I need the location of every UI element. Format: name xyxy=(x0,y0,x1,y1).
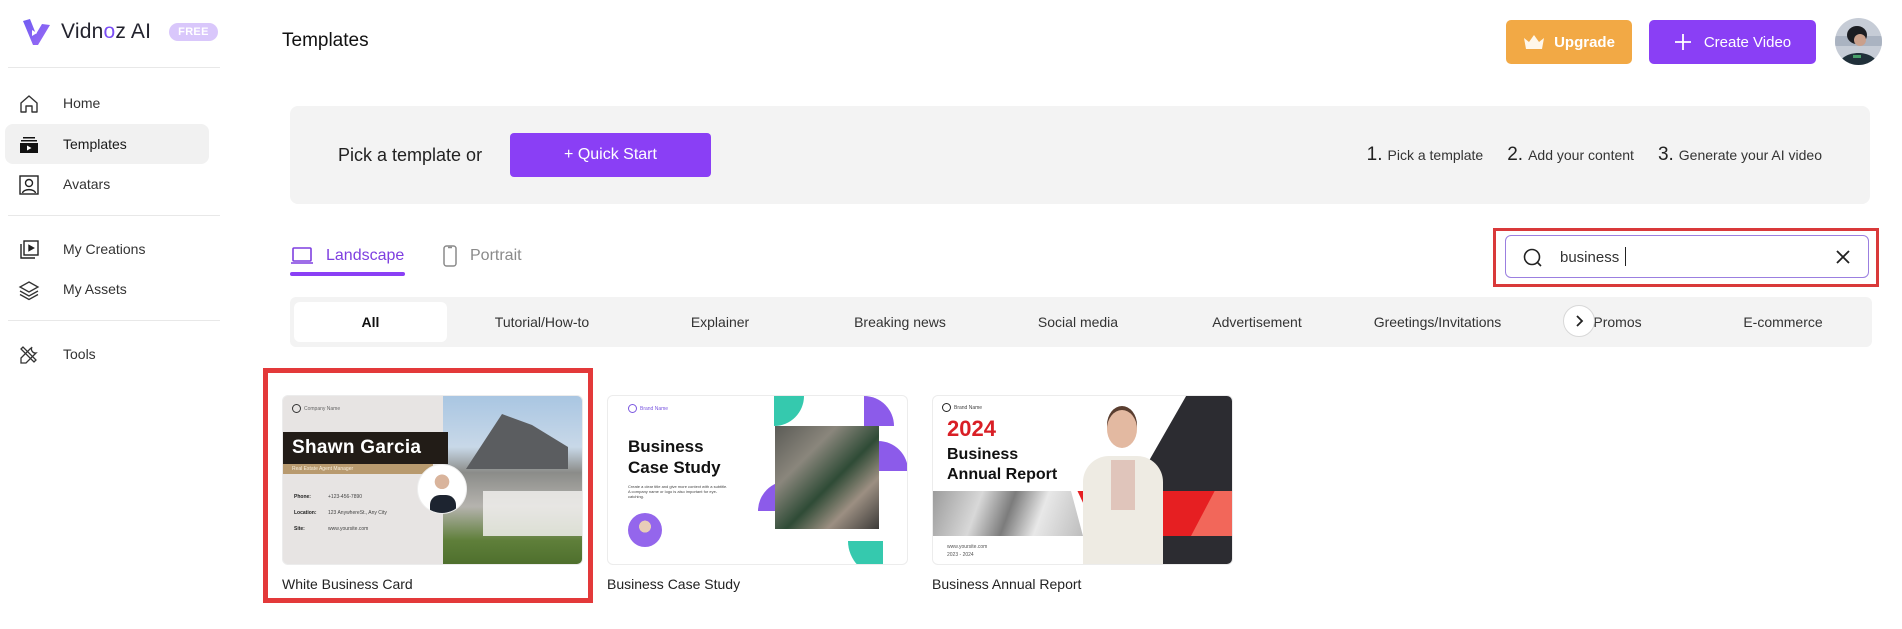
create-video-label: Create Video xyxy=(1703,33,1792,51)
sidebar-item-label: Home xyxy=(63,95,101,111)
brand-name: Brand Name xyxy=(942,403,982,412)
category-promos[interactable]: Promos xyxy=(1530,302,1705,342)
sidebar-item-templates[interactable]: Templates xyxy=(5,124,209,164)
step-item: 1. Pick a template xyxy=(1367,144,1484,166)
card-highlight-box xyxy=(263,368,593,603)
active-tab-indicator xyxy=(290,272,405,276)
sidebar-item-my-assets[interactable]: My Assets xyxy=(5,269,209,309)
thumb-headline: Business Annual Report xyxy=(947,446,1058,483)
create-video-button[interactable]: Create Video xyxy=(1649,20,1816,64)
tab-label: Landscape xyxy=(326,247,405,264)
category-advertisement[interactable]: Advertisement xyxy=(1167,302,1347,342)
sidebar-item-label: My Creations xyxy=(63,241,146,257)
user-avatar[interactable] xyxy=(1835,18,1882,65)
search-highlight-box xyxy=(1493,228,1879,287)
home-icon xyxy=(20,95,38,113)
step-text: Add your content xyxy=(1528,147,1634,163)
team-photo xyxy=(775,426,879,529)
templates-icon xyxy=(20,137,38,153)
thumb-footer: www.yoursite.com 2023 - 2024 xyxy=(947,544,988,558)
upgrade-button[interactable]: Upgrade xyxy=(1506,20,1632,64)
creations-icon xyxy=(20,240,39,259)
sidebar: Vidnoz AI FREE Home Templates Avatars My… xyxy=(0,0,222,629)
phone-icon xyxy=(443,245,457,267)
sidebar-divider xyxy=(8,67,220,68)
plus-icon xyxy=(1674,34,1691,50)
presenter-top xyxy=(1111,460,1135,510)
sidebar-divider xyxy=(8,320,220,321)
category-bar: All Tutorial/How-to Explainer Breaking n… xyxy=(290,297,1872,347)
step-number: 1. xyxy=(1366,144,1383,165)
category-breaking-news[interactable]: Breaking news xyxy=(810,302,990,342)
free-badge: FREE xyxy=(169,23,218,41)
app-logo[interactable]: Vidnoz AI FREE xyxy=(20,14,218,50)
thumb-headline: Business Case Study xyxy=(628,437,721,477)
sidebar-item-label: Avatars xyxy=(63,176,111,192)
tab-landscape[interactable]: Landscape xyxy=(290,236,404,276)
template-thumbnail[interactable]: Brand Name 2024 Business Annual Report ww… xyxy=(932,395,1233,565)
tab-portrait[interactable]: Portrait xyxy=(442,236,522,276)
category-all[interactable]: All xyxy=(294,302,447,342)
page-title: Templates xyxy=(282,30,369,51)
banner-text: Pick a template or xyxy=(338,145,483,165)
crown-icon xyxy=(1524,35,1545,49)
sidebar-item-my-creations[interactable]: My Creations xyxy=(5,229,209,269)
step-text: Pick a template xyxy=(1387,147,1484,163)
template-title: Business Annual Report xyxy=(932,576,1082,592)
sidebar-divider xyxy=(8,215,220,216)
layers-icon xyxy=(18,281,40,301)
decor-shape xyxy=(774,396,804,426)
sidebar-item-home[interactable]: Home xyxy=(5,83,209,123)
template-card-business-annual-report[interactable]: Brand Name 2024 Business Annual Report ww… xyxy=(932,395,1233,592)
upgrade-label: Upgrade xyxy=(1554,33,1615,51)
brand-name: Brand Name xyxy=(628,404,668,413)
vidnoz-logo-icon xyxy=(23,19,50,45)
building-photo xyxy=(933,491,1083,536)
steps-list: 1. Pick a template 2. Add your content 3… xyxy=(1367,144,1822,166)
category-greetings[interactable]: Greetings/Invitations xyxy=(1350,302,1525,342)
brand-logo-icon xyxy=(942,403,951,412)
brand-logo-icon xyxy=(628,404,637,413)
category-next-button[interactable] xyxy=(1563,305,1595,337)
template-card-business-case-study[interactable]: Brand Name Business Case Study Create a c… xyxy=(607,395,908,592)
quick-start-banner: Pick a template or + Quick Start 1. Pick… xyxy=(290,106,1870,204)
quick-start-button[interactable]: + Quick Start xyxy=(510,133,711,177)
template-thumbnail[interactable]: Brand Name Business Case Study Create a c… xyxy=(607,395,908,565)
template-title: Business Case Study xyxy=(607,576,741,592)
step-number: 2. xyxy=(1507,144,1524,165)
step-item: 2. Add your content xyxy=(1507,144,1634,166)
sidebar-item-label: My Assets xyxy=(63,281,127,297)
laptop-icon xyxy=(291,247,313,264)
step-number: 3. xyxy=(1657,144,1674,165)
tools-icon xyxy=(20,346,38,364)
avatar-icon xyxy=(19,175,39,195)
thumb-subtitle: Create a clear title and give more conte… xyxy=(628,484,728,499)
sidebar-item-avatars[interactable]: Avatars xyxy=(5,164,209,204)
thumb-year: 2024 xyxy=(947,416,996,441)
category-social-media[interactable]: Social media xyxy=(993,302,1163,342)
tab-label: Portrait xyxy=(470,247,522,264)
sidebar-item-label: Tools xyxy=(63,346,96,362)
sidebar-item-tools[interactable]: Tools xyxy=(5,334,209,374)
category-tutorial[interactable]: Tutorial/How-to xyxy=(452,302,632,342)
presenter-avatar xyxy=(628,513,662,547)
chevron-right-icon xyxy=(1576,315,1584,327)
sidebar-item-label: Templates xyxy=(63,136,127,152)
presenter-head xyxy=(1107,410,1137,448)
step-text: Generate your AI video xyxy=(1678,147,1822,163)
category-explainer[interactable]: Explainer xyxy=(635,302,805,342)
category-ecommerce[interactable]: E-commerce xyxy=(1708,302,1858,342)
user-photo-icon xyxy=(1835,18,1882,65)
app-name: Vidnoz AI xyxy=(61,20,152,43)
step-item: 3. Generate your AI video xyxy=(1658,144,1822,166)
